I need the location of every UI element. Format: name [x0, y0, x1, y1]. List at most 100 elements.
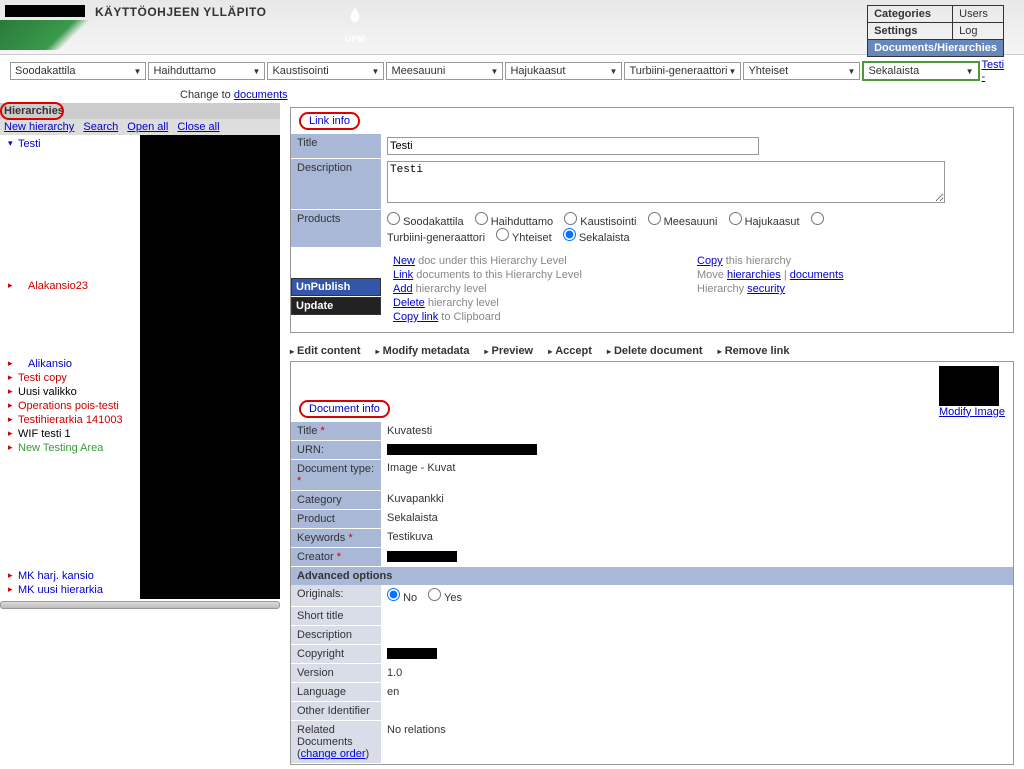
- unpublish-button[interactable]: UnPublish: [291, 278, 381, 296]
- tree-item-mk-uusi[interactable]: MK uusi hierarkia: [4, 583, 136, 597]
- title-label: Title: [291, 134, 381, 158]
- add-level-link[interactable]: Add: [393, 283, 413, 295]
- tree-item-uusi-valikko[interactable]: Uusi valikko: [4, 385, 136, 399]
- doc-type-value: Image - Kuvat: [381, 459, 1013, 490]
- chevron-down-icon: ▼: [848, 67, 856, 76]
- tb-modify-metadata[interactable]: Modify metadata: [376, 345, 470, 357]
- modify-image-link[interactable]: Modify Image: [939, 406, 1005, 418]
- tb-remove-link[interactable]: Remove link: [718, 345, 790, 357]
- originals-label: Originals:: [291, 585, 381, 607]
- tree-item-new-testing[interactable]: New Testing Area: [4, 441, 136, 455]
- tree: Testi Alakansio23 Alikansio Testi copy U…: [0, 135, 140, 599]
- radio-turbiini-2[interactable]: [811, 212, 824, 225]
- upm-logo: UPM: [340, 5, 370, 35]
- doc-keywords-label: Keywords *: [291, 528, 381, 547]
- version-value: 1.0: [381, 664, 1013, 683]
- dropdown-hajukaasut[interactable]: Hajukaasut▼: [505, 62, 622, 80]
- originals-yes[interactable]: [428, 588, 441, 601]
- tree-black-panel: [140, 135, 280, 599]
- doc-category-value: Kuvapankki: [381, 490, 1013, 509]
- nav-categories[interactable]: Categories: [868, 6, 953, 23]
- originals-no[interactable]: [387, 588, 400, 601]
- tb-edit-content[interactable]: Edit content: [290, 345, 361, 357]
- move-hierarchies-link[interactable]: hierarchies: [727, 269, 781, 281]
- dropdown-sekalaista[interactable]: Sekalaista▼: [862, 61, 979, 81]
- tree-item-alikansio[interactable]: Alikansio: [4, 357, 136, 371]
- tree-item-testihierarkia[interactable]: Testihierarkia 141003: [4, 413, 136, 427]
- version-label: Version: [291, 664, 381, 683]
- language-label: Language: [291, 683, 381, 702]
- radio-meesauuni[interactable]: [648, 212, 661, 225]
- tb-accept[interactable]: Accept: [548, 345, 592, 357]
- hierarchy-security-link[interactable]: security: [747, 283, 785, 295]
- radio-haihduttamo[interactable]: [475, 212, 488, 225]
- related-value: No relations: [381, 721, 1013, 764]
- tb-delete-document[interactable]: Delete document: [607, 345, 703, 357]
- products-label: Products: [291, 209, 381, 247]
- chevron-down-icon: ▼: [729, 67, 737, 76]
- doc-title-value: Kuvatesti: [381, 422, 1013, 441]
- link-docs-link[interactable]: Link: [393, 269, 413, 281]
- radio-hajukaasut[interactable]: [729, 212, 742, 225]
- description-label: Description: [291, 158, 381, 209]
- doc-category-label: Category: [291, 490, 381, 509]
- new-doc-link[interactable]: New: [393, 255, 415, 267]
- doc-creator-value: [387, 551, 457, 562]
- change-order-link[interactable]: change order: [301, 748, 366, 760]
- doc-desc-label: Description: [291, 626, 381, 645]
- close-all-link[interactable]: Close all: [177, 121, 219, 133]
- radio-sekalaista[interactable]: [563, 228, 576, 241]
- dropdown-haihduttamo[interactable]: Haihduttamo▼: [148, 62, 265, 80]
- radio-yhteiset[interactable]: [496, 228, 509, 241]
- dropdown-meesauuni[interactable]: Meesauuni▼: [386, 62, 503, 80]
- sidebar-scrollbar[interactable]: [0, 601, 280, 609]
- search-link[interactable]: Search: [83, 121, 118, 133]
- products-radios: Soodakattila Haihduttamo Kaustisointi Me…: [381, 209, 1013, 247]
- dropdown-soodakattila[interactable]: Soodakattila▼: [10, 62, 146, 80]
- nav-log[interactable]: Log: [953, 23, 1004, 40]
- nav-table: CategoriesUsers SettingsLog Documents/Hi…: [867, 5, 1004, 57]
- testi-link[interactable]: Testi -: [982, 59, 1015, 83]
- chevron-down-icon: ▼: [372, 67, 380, 76]
- header-title: KÄYTTÖOHJEEN YLLÄPITO: [95, 5, 266, 19]
- update-button[interactable]: Update: [291, 297, 381, 315]
- chevron-down-icon: ▼: [966, 67, 974, 76]
- shorttitle-label: Short title: [291, 607, 381, 626]
- nav-settings[interactable]: Settings: [868, 23, 953, 40]
- tree-item-wif[interactable]: WIF testi 1: [4, 427, 136, 441]
- tree-item-operations[interactable]: Operations pois-testi: [4, 399, 136, 413]
- doc-product-label: Product: [291, 509, 381, 528]
- doc-toolbar: Edit content Modify metadata Preview Acc…: [290, 341, 1014, 361]
- open-all-link[interactable]: Open all: [127, 121, 168, 133]
- new-hierarchy-link[interactable]: New hierarchy: [4, 121, 74, 133]
- copy-link-link[interactable]: Copy link: [393, 311, 438, 323]
- doc-creator-label: Creator *: [291, 547, 381, 566]
- radio-kaustisointi[interactable]: [564, 212, 577, 225]
- nav-documents-hierarchies[interactable]: Documents/Hierarchies: [868, 40, 1004, 57]
- tree-root[interactable]: Testi: [4, 137, 136, 151]
- chevron-down-icon: ▼: [610, 67, 618, 76]
- related-label: Related Documents(change order): [291, 721, 381, 764]
- language-value: en: [381, 683, 1013, 702]
- tree-item-mk-harj[interactable]: MK harj. kansio: [4, 569, 136, 583]
- doc-title-label: Title *: [291, 422, 381, 441]
- doc-keywords-value: Testikuva: [381, 528, 1013, 547]
- tb-preview[interactable]: Preview: [485, 345, 534, 357]
- delete-level-link[interactable]: Delete: [393, 297, 425, 309]
- dropdown-yhteiset[interactable]: Yhteiset▼: [743, 62, 860, 80]
- otherid-label: Other Identifier: [291, 702, 381, 721]
- dropdown-kaustisointi[interactable]: Kaustisointi▼: [267, 62, 384, 80]
- link-info-title: Link info: [299, 112, 360, 130]
- nav-users[interactable]: Users: [953, 6, 1004, 23]
- tree-item-alakansio23[interactable]: Alakansio23: [4, 279, 136, 293]
- description-textarea[interactable]: [387, 161, 945, 203]
- change-to-documents-link[interactable]: documents: [234, 89, 288, 101]
- copy-hierarchy-link[interactable]: Copy: [697, 255, 723, 267]
- radio-soodakattila[interactable]: [387, 212, 400, 225]
- copyright-label: Copyright: [291, 645, 381, 664]
- chevron-down-icon: ▼: [253, 67, 261, 76]
- move-documents-link[interactable]: documents: [790, 269, 844, 281]
- tree-item-testi-copy[interactable]: Testi copy: [4, 371, 136, 385]
- title-input[interactable]: [387, 137, 759, 155]
- dropdown-turbiini[interactable]: Turbiini-generaattori▼: [624, 62, 741, 80]
